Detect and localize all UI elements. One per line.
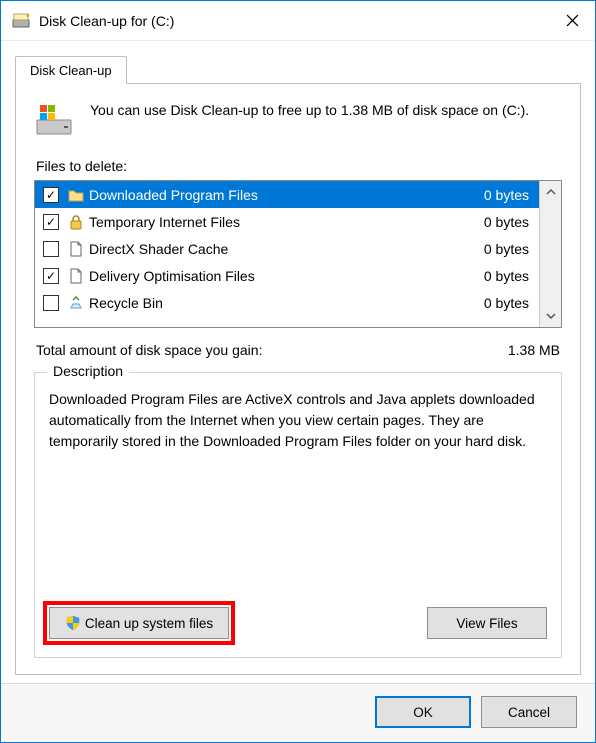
file-size: 0 bytes <box>457 187 529 203</box>
scrollbar[interactable] <box>539 181 561 327</box>
file-name: DirectX Shader Cache <box>89 241 457 257</box>
titlebar: Disk Clean-up for (C:) <box>1 1 595 41</box>
file-type-icon <box>67 240 85 258</box>
file-type-icon <box>67 267 85 285</box>
total-label: Total amount of disk space you gain: <box>36 342 508 358</box>
total-value: 1.38 MB <box>508 342 560 358</box>
file-name: Temporary Internet Files <box>89 214 457 230</box>
content-area: Disk Clean-up You can use Disk Clean-up … <box>1 41 595 683</box>
intro-text: You can use Disk Clean-up to free up to … <box>90 100 529 121</box>
scroll-down-icon[interactable] <box>540 305 561 327</box>
description-text: Downloaded Program Files are ActiveX con… <box>49 389 547 452</box>
file-size: 0 bytes <box>457 268 529 284</box>
file-checkbox[interactable] <box>43 187 59 203</box>
file-checkbox[interactable] <box>43 214 59 230</box>
cancel-label: Cancel <box>508 705 550 720</box>
file-checkbox[interactable] <box>43 268 59 284</box>
file-type-icon <box>67 213 85 231</box>
file-name: Delivery Optimisation Files <box>89 268 457 284</box>
file-row[interactable]: Delivery Optimisation Files0 bytes <box>35 262 539 289</box>
view-files-button[interactable]: View Files <box>427 607 547 639</box>
bottom-bar: OK Cancel <box>1 683 595 742</box>
file-row[interactable]: Recycle Bin0 bytes <box>35 289 539 316</box>
cancel-button[interactable]: Cancel <box>481 696 577 728</box>
ok-label: OK <box>413 705 433 720</box>
total-row: Total amount of disk space you gain: 1.3… <box>36 342 560 358</box>
file-checkbox[interactable] <box>43 295 59 311</box>
clean-system-files-button[interactable]: Clean up system files <box>49 607 229 639</box>
file-size: 0 bytes <box>457 295 529 311</box>
intro-row: You can use Disk Clean-up to free up to … <box>34 100 562 140</box>
file-checkbox[interactable] <box>43 241 59 257</box>
scroll-up-icon[interactable] <box>540 181 561 203</box>
file-name: Downloaded Program Files <box>89 187 457 203</box>
file-type-icon <box>67 294 85 312</box>
tabstrip: Disk Clean-up <box>15 51 581 83</box>
files-label: Files to delete: <box>36 158 562 174</box>
file-row[interactable]: DirectX Shader Cache0 bytes <box>35 235 539 262</box>
close-button[interactable] <box>549 3 595 39</box>
clean-system-files-label: Clean up system files <box>85 616 213 631</box>
view-files-label: View Files <box>456 616 517 631</box>
shield-icon <box>65 615 81 631</box>
description-group: Description Downloaded Program Files are… <box>34 372 562 658</box>
file-size: 0 bytes <box>457 214 529 230</box>
file-size: 0 bytes <box>457 241 529 257</box>
description-legend: Description <box>47 363 129 379</box>
file-row[interactable]: Downloaded Program Files0 bytes <box>35 181 539 208</box>
ok-button[interactable]: OK <box>375 696 471 728</box>
dialog-window: Disk Clean-up for (C:) Disk Clean-up <box>0 0 596 743</box>
window-title: Disk Clean-up for (C:) <box>39 13 174 29</box>
tab-disk-cleanup[interactable]: Disk Clean-up <box>15 56 127 84</box>
filelist: Downloaded Program Files0 bytesTemporary… <box>34 180 562 328</box>
file-name: Recycle Bin <box>89 295 457 311</box>
file-type-icon <box>67 186 85 204</box>
file-row[interactable]: Temporary Internet Files0 bytes <box>35 208 539 235</box>
app-icon <box>11 11 31 31</box>
drive-icon <box>34 100 74 140</box>
scroll-thumb[interactable] <box>540 203 561 305</box>
tabpanel: You can use Disk Clean-up to free up to … <box>15 83 581 675</box>
